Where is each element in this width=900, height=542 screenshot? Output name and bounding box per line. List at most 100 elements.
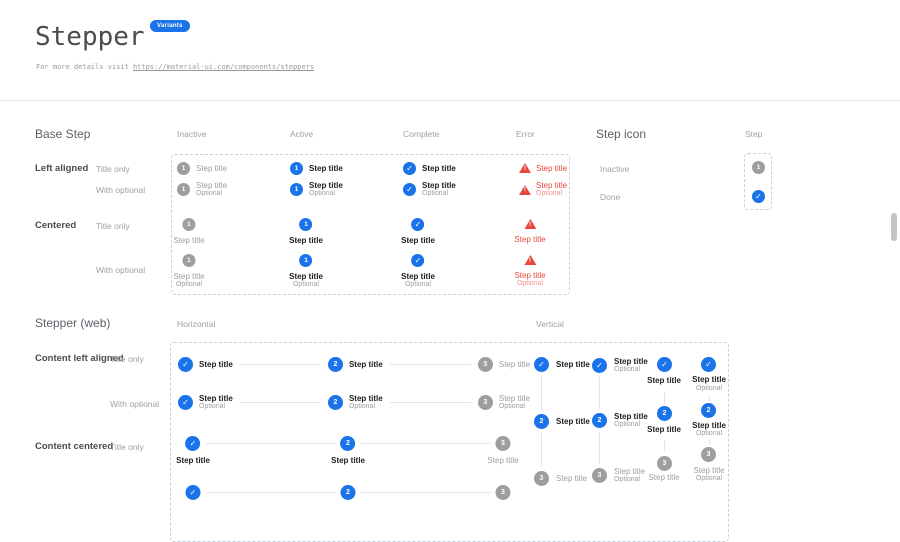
row-label-inactive: Inactive (600, 164, 629, 174)
column-header-step: Step (745, 129, 763, 139)
step-title: Step title (556, 360, 590, 369)
check-icon: ✓ (412, 218, 425, 231)
step-title: Step title (693, 466, 724, 475)
step-title: Step title (648, 473, 679, 482)
check-icon: ✓ (752, 190, 765, 203)
column-header-error: Error (516, 129, 535, 139)
page-title: Stepper (35, 22, 145, 52)
check-icon: ✓ (178, 357, 193, 372)
step-cell-inactive-optional: 1Step titleOptional (177, 181, 227, 198)
connector-line (599, 377, 600, 409)
step-title: Step title (199, 394, 233, 403)
connector-line (240, 402, 321, 403)
vertical-step-active: 2Step title (534, 414, 590, 429)
vertical-step-inactive: 3Step titleOptional (592, 467, 645, 484)
column-header-active: Active (290, 129, 313, 139)
step-number-icon: 1 (177, 183, 190, 196)
connector-line (390, 402, 471, 403)
step-optional: Optional (517, 280, 543, 288)
step-cell-centered-complete: ✓Step title (401, 218, 435, 245)
step-title: Step title (309, 181, 343, 190)
scrollbar-thumb[interactable] (891, 213, 897, 241)
step-cell-complete-title: ✓Step title (403, 162, 456, 175)
vertical-step-active: 2 Step titleOptional (592, 412, 648, 429)
step-number-icon: 1 (182, 254, 195, 267)
vertical-step-inactive: 3Step title (534, 471, 587, 486)
step-title: Step title (487, 456, 518, 465)
step-optional: Optional (614, 421, 648, 429)
stepper-step-complete: ✓Step titleOptional (178, 394, 233, 411)
step-title: Step title (196, 181, 227, 190)
step-title: Step title (692, 421, 726, 430)
step-number-icon: 2 (657, 406, 672, 421)
check-icon: ✓ (186, 436, 201, 451)
stepper-step-active: 2Step title (331, 436, 365, 465)
connector-line (240, 364, 321, 365)
check-icon: ✓ (534, 357, 549, 372)
connector-line (361, 492, 491, 493)
step-cell-error-title: !Step title (519, 163, 567, 173)
warning-icon: ! (524, 219, 536, 229)
step-number-icon: 2 (592, 413, 607, 428)
step-title: Step title (556, 474, 587, 483)
step-number-icon: 3 (592, 468, 607, 483)
variants-badge: Variants (150, 20, 190, 32)
step-number-icon: 2 (328, 395, 343, 410)
column-header-complete: Complete (403, 129, 439, 139)
step-cell-centered-complete-optional: ✓Step titleOptional (401, 254, 435, 289)
step-title: Step title (514, 235, 545, 244)
step-title: Step title (647, 425, 681, 434)
doc-link[interactable]: https://material-ui.com/components/stepp… (133, 63, 314, 71)
step-number-icon: 3 (496, 485, 511, 500)
step-number-icon: 2 (341, 485, 356, 500)
step-title: Step title (176, 456, 210, 465)
check-icon: ✓ (186, 485, 201, 500)
step-cell-centered-inactive-optional: 1Step titleOptional (173, 254, 204, 289)
step-title: Step title (536, 181, 567, 190)
step-cell-centered-error: ! Step title (514, 219, 545, 244)
step-title: Step title (422, 164, 456, 173)
step-number-icon: 1 (182, 218, 195, 231)
step-cell-error-optional: !Step titleOptional (519, 181, 567, 198)
step-title: Step title (309, 164, 343, 173)
step-cell-centered-inactive: 1Step title (173, 218, 204, 245)
column-header-inactive: Inactive (177, 129, 206, 139)
step-title: Step title (422, 181, 456, 190)
base-step-box (171, 154, 570, 295)
connector-line (361, 443, 491, 444)
step-number-icon: 2 (701, 403, 716, 418)
step-title: Step title (289, 236, 323, 245)
column-header-horizontal: Horizontal (177, 319, 215, 329)
step-title: Step title (401, 272, 435, 281)
step-number-icon: 1 (300, 254, 313, 267)
step-number-icon: 3 (495, 436, 510, 451)
step-title: Step title (349, 360, 383, 369)
step-title: Step title (614, 412, 648, 421)
step-number-icon: 3 (701, 447, 716, 462)
warning-icon: ! (524, 255, 536, 265)
step-cell-centered-error-optional: !Step titleOptional (514, 255, 545, 288)
page-canvas: { "page": { "title": "Stepper", "badge":… (0, 0, 900, 494)
step-number-icon: 1 (300, 218, 313, 231)
check-icon: ✓ (178, 395, 193, 410)
vertical-step-complete: ✓ Step title (534, 357, 590, 372)
step-number-icon: 3 (657, 456, 672, 471)
check-icon: ✓ (701, 357, 716, 372)
connector-line (541, 433, 542, 467)
step-number-icon: 1 (752, 161, 765, 174)
connector-line (206, 443, 336, 444)
connector-line (709, 396, 710, 401)
horizontal-stepper-with-optional: ✓Step titleOptional 2Step titleOptional … (178, 394, 530, 411)
connector-line (664, 440, 665, 452)
step-optional: Optional (499, 403, 530, 411)
step-optional: Optional (176, 281, 202, 289)
step-title: Step title (692, 375, 726, 384)
step-cell-inactive-title: 1Step title (177, 162, 227, 175)
row-label-left-aligned: Left aligned (35, 163, 88, 174)
step-number-icon: 1 (177, 162, 190, 175)
step-title: Step title (647, 376, 681, 385)
step-number-icon: 1 (290, 183, 303, 196)
variant-label-with-optional: With optional (96, 185, 145, 195)
step-title: Step title (499, 394, 530, 403)
step-optional: Optional (696, 430, 722, 438)
